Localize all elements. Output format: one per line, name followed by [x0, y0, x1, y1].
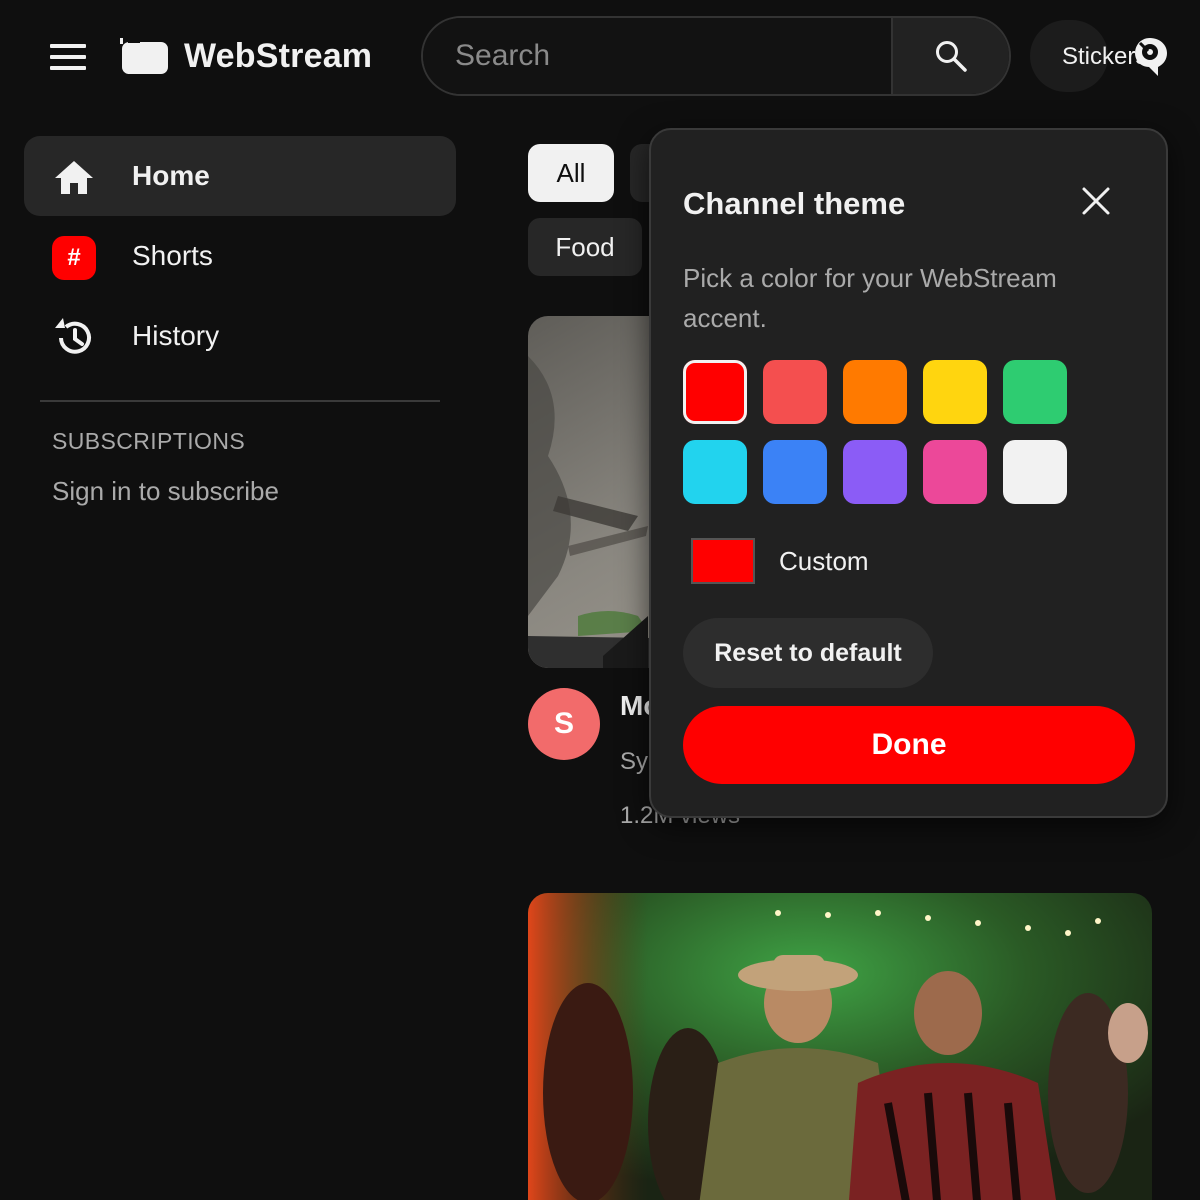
search-button[interactable] — [891, 18, 1009, 94]
sidebar-item-label: Shorts — [132, 240, 213, 271]
reset-to-default-button[interactable]: Reset to default — [683, 618, 933, 688]
chip-all[interactable]: All — [528, 144, 614, 202]
history-icon — [52, 316, 96, 360]
chip-food[interactable]: Food — [528, 218, 642, 276]
custom-color-label: Custom — [779, 546, 869, 576]
color-swatch[interactable] — [683, 440, 747, 504]
sign-in-link[interactable]: Sign in to subscribe — [52, 476, 279, 507]
channel-avatar[interactable]: S — [528, 688, 600, 760]
dialog-description: Pick a color for your WebStream accent. — [683, 263, 1057, 333]
search-icon — [936, 41, 967, 72]
color-swatch[interactable] — [763, 360, 827, 424]
sidebar-divider — [40, 400, 440, 402]
shorts-badge: # — [52, 236, 96, 280]
custom-color-picker[interactable] — [691, 538, 755, 584]
search-input[interactable] — [423, 18, 891, 94]
sidebar-item-history[interactable]: History — [24, 296, 456, 376]
color-swatch[interactable] — [923, 360, 987, 424]
color-swatch[interactable] — [1003, 440, 1067, 504]
sidebar-item-home[interactable]: Home — [24, 136, 456, 216]
color-swatch[interactable] — [843, 440, 907, 504]
sticker-icon[interactable] — [1132, 34, 1170, 80]
close-button[interactable] — [1069, 174, 1123, 228]
shorts-icon: # — [52, 236, 96, 280]
close-icon — [1082, 187, 1110, 215]
done-button[interactable]: Done — [683, 706, 1135, 784]
color-swatch[interactable] — [763, 440, 827, 504]
sidebar-item-label: History — [132, 320, 220, 351]
hamburger-menu-icon[interactable] — [44, 36, 92, 78]
subscriptions-title: SUBSCRIPTIONS — [52, 428, 246, 454]
sidebar: Home # Shorts History SUBSCRIPTIONS Sign… — [0, 116, 480, 1200]
color-swatch[interactable] — [1003, 360, 1067, 424]
top-header: WebStream Stickers — [0, 0, 1200, 116]
video-thumbnail[interactable] — [528, 893, 1152, 1200]
logo[interactable]: WebStream — [120, 36, 372, 76]
video-channel[interactable]: Sy — [620, 748, 648, 776]
home-icon — [52, 156, 96, 200]
search-bar — [421, 16, 1011, 96]
sidebar-item-label: Home — [132, 160, 210, 191]
color-swatch[interactable] — [683, 360, 747, 424]
logo-text: WebStream — [184, 36, 373, 75]
dialog-title: Channel theme — [683, 186, 906, 221]
channel-theme-dialog: Channel theme Pick a color for your WebS… — [649, 128, 1168, 818]
color-swatch[interactable] — [843, 360, 907, 424]
color-swatch[interactable] — [923, 440, 987, 504]
logo-icon — [120, 36, 170, 76]
sidebar-item-shorts[interactable]: # Shorts — [24, 216, 456, 296]
app-root: WebStream Stickers — [0, 0, 1200, 1200]
